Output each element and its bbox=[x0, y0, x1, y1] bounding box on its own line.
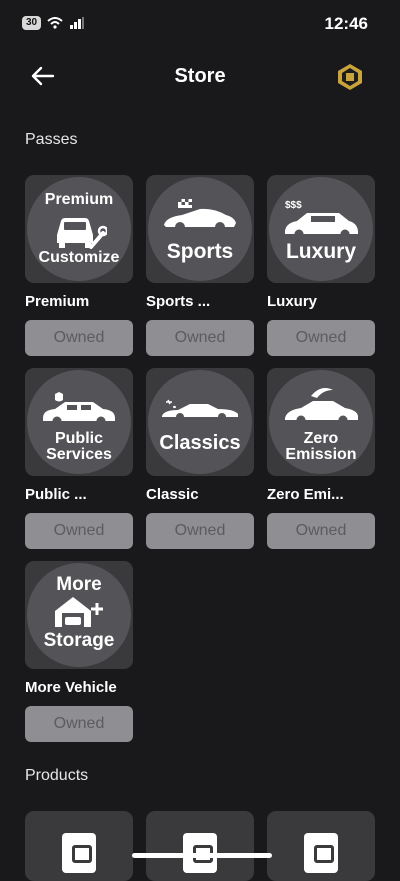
clock: 12:46 bbox=[324, 14, 368, 33]
owned-button[interactable]: Owned bbox=[267, 320, 375, 356]
sports-car-icon bbox=[164, 199, 236, 232]
pass-thumbnail[interactable]: Zero Emission bbox=[267, 368, 375, 476]
pass-card-sports[interactable]: Sports Sports ... Owned bbox=[146, 175, 254, 356]
limousine-icon bbox=[285, 213, 358, 239]
pass-thumbnail[interactable]: $$$ Luxury bbox=[267, 175, 375, 283]
pass-name: Classic bbox=[146, 486, 199, 503]
product-card[interactable] bbox=[25, 811, 133, 881]
pass-thumbnail[interactable]: Sports bbox=[146, 175, 254, 283]
owned-button[interactable]: Owned bbox=[267, 513, 375, 549]
garage-plus-icon bbox=[55, 597, 103, 627]
pass-name: Sports ... bbox=[146, 293, 211, 310]
car-wrench-icon bbox=[57, 218, 107, 249]
classic-car-icon bbox=[162, 399, 238, 421]
home-indicator[interactable] bbox=[132, 853, 272, 858]
pass-name: More Vehicle bbox=[25, 679, 117, 696]
pass-thumbnail[interactable]: More Storage bbox=[25, 561, 133, 669]
owned-button[interactable]: Owned bbox=[25, 706, 133, 742]
pass-name: Premium bbox=[25, 293, 90, 310]
pass-name: Zero Emi... bbox=[267, 486, 344, 503]
pass-card-more-vehicle[interactable]: More Storage More Vehicle Owned bbox=[25, 561, 133, 742]
pass-card-luxury[interactable]: $$$ Luxury Luxury Owned bbox=[267, 175, 375, 356]
pass-card-zero-emission[interactable]: Zero Emission Zero Emi... Owned bbox=[267, 368, 375, 549]
app-header: Store bbox=[0, 55, 400, 99]
wallet-icon bbox=[304, 833, 338, 873]
owned-button[interactable]: Owned bbox=[25, 513, 133, 549]
owned-button[interactable]: Owned bbox=[146, 320, 254, 356]
section-title-passes: Passes bbox=[25, 131, 78, 148]
pass-card-classics[interactable]: Classics Classic Owned bbox=[146, 368, 254, 549]
electric-car-icon bbox=[285, 388, 358, 425]
pass-name: Public ... bbox=[25, 486, 87, 503]
pass-card-public-services[interactable]: Public Services Public ... Owned bbox=[25, 368, 133, 549]
owned-button[interactable]: Owned bbox=[146, 513, 254, 549]
pass-thumbnail[interactable]: Premium Customize bbox=[25, 175, 133, 283]
signal-icon bbox=[70, 17, 85, 29]
police-car-icon bbox=[43, 392, 115, 426]
pass-card-premium[interactable]: Premium Customize Premium Owned bbox=[25, 175, 133, 356]
pass-thumbnail[interactable]: Classics bbox=[146, 368, 254, 476]
wallet-icon bbox=[62, 833, 96, 873]
pass-name: Luxury bbox=[267, 293, 318, 310]
status-bar: 30 12:46 bbox=[0, 0, 400, 48]
section-title-products: Products bbox=[25, 767, 89, 784]
battery-indicator: 30 bbox=[22, 16, 42, 30]
product-card[interactable] bbox=[146, 811, 254, 881]
wifi-icon bbox=[47, 17, 63, 29]
product-card[interactable] bbox=[267, 811, 375, 881]
robux-icon[interactable] bbox=[336, 63, 364, 91]
pass-thumbnail[interactable]: Public Services bbox=[25, 368, 133, 476]
owned-button[interactable]: Owned bbox=[25, 320, 133, 356]
